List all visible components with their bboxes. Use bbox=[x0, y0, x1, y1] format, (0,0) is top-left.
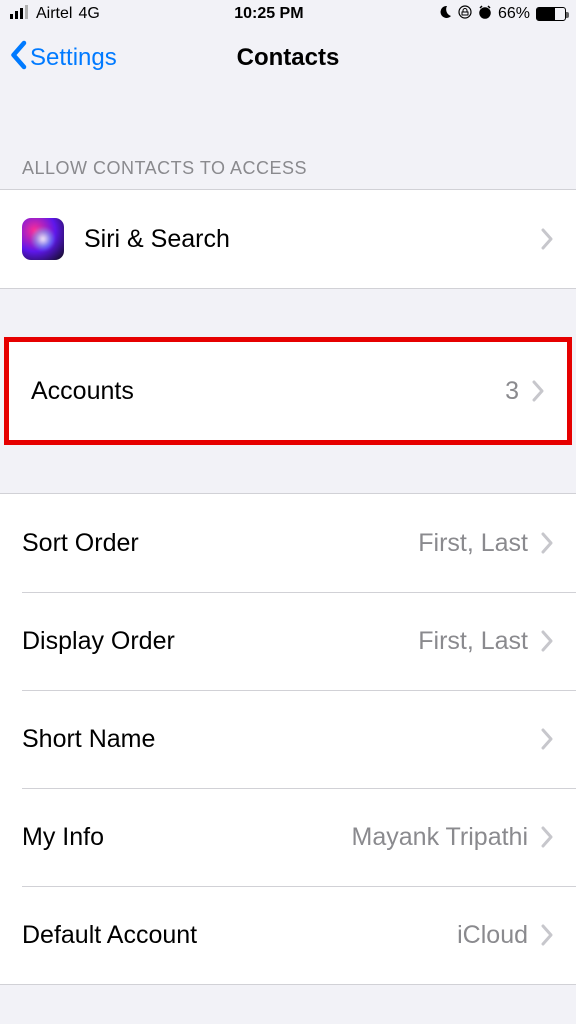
default-account-value: iCloud bbox=[457, 921, 528, 950]
sort-order-value: First, Last bbox=[418, 529, 528, 558]
row-display-order[interactable]: Display Order First, Last bbox=[0, 592, 576, 690]
alarm-icon bbox=[478, 5, 492, 24]
chevron-right-icon bbox=[540, 728, 554, 750]
display-order-value: First, Last bbox=[418, 627, 528, 656]
battery-pct-label: 66% bbox=[498, 5, 530, 23]
status-time: 10:25 PM bbox=[234, 5, 303, 23]
accounts-value: 3 bbox=[505, 377, 519, 406]
my-info-value: Mayank Tripathi bbox=[352, 823, 528, 852]
row-siri-search[interactable]: Siri & Search bbox=[0, 190, 576, 288]
moon-icon bbox=[438, 5, 452, 24]
group-options: Sort Order First, Last Display Order Fir… bbox=[0, 493, 576, 985]
row-short-name[interactable]: Short Name bbox=[0, 690, 576, 788]
rotation-lock-icon bbox=[458, 5, 472, 24]
status-bar: Airtel 4G 10:25 PM 66% bbox=[0, 0, 576, 28]
back-button[interactable]: Settings bbox=[0, 40, 117, 77]
chevron-right-icon bbox=[540, 630, 554, 652]
chevron-right-icon bbox=[540, 532, 554, 554]
siri-app-icon bbox=[22, 218, 64, 260]
accounts-label: Accounts bbox=[31, 377, 134, 406]
short-name-label: Short Name bbox=[22, 725, 155, 754]
group-access: Siri & Search bbox=[0, 189, 576, 289]
row-sort-order[interactable]: Sort Order First, Last bbox=[0, 494, 576, 592]
siri-label: Siri & Search bbox=[84, 225, 230, 254]
display-order-label: Display Order bbox=[22, 627, 175, 656]
chevron-right-icon bbox=[540, 826, 554, 848]
default-account-label: Default Account bbox=[22, 921, 197, 950]
back-label: Settings bbox=[30, 44, 117, 72]
nav-bar: Settings Contacts bbox=[0, 28, 576, 88]
carrier-label: Airtel bbox=[36, 5, 72, 23]
chevron-left-icon bbox=[8, 40, 28, 77]
chevron-right-icon bbox=[531, 380, 545, 402]
signal-icon bbox=[10, 5, 30, 24]
battery-icon bbox=[536, 7, 566, 21]
chevron-right-icon bbox=[540, 228, 554, 250]
chevron-right-icon bbox=[540, 924, 554, 946]
row-my-info[interactable]: My Info Mayank Tripathi bbox=[0, 788, 576, 886]
section-header-access: ALLOW CONTACTS TO ACCESS bbox=[0, 88, 576, 189]
row-default-account[interactable]: Default Account iCloud bbox=[0, 886, 576, 984]
group-accounts-highlight: Accounts 3 bbox=[4, 337, 572, 445]
my-info-label: My Info bbox=[22, 823, 104, 852]
sort-order-label: Sort Order bbox=[22, 529, 139, 558]
row-accounts[interactable]: Accounts 3 bbox=[9, 342, 567, 440]
network-label: 4G bbox=[78, 5, 99, 23]
